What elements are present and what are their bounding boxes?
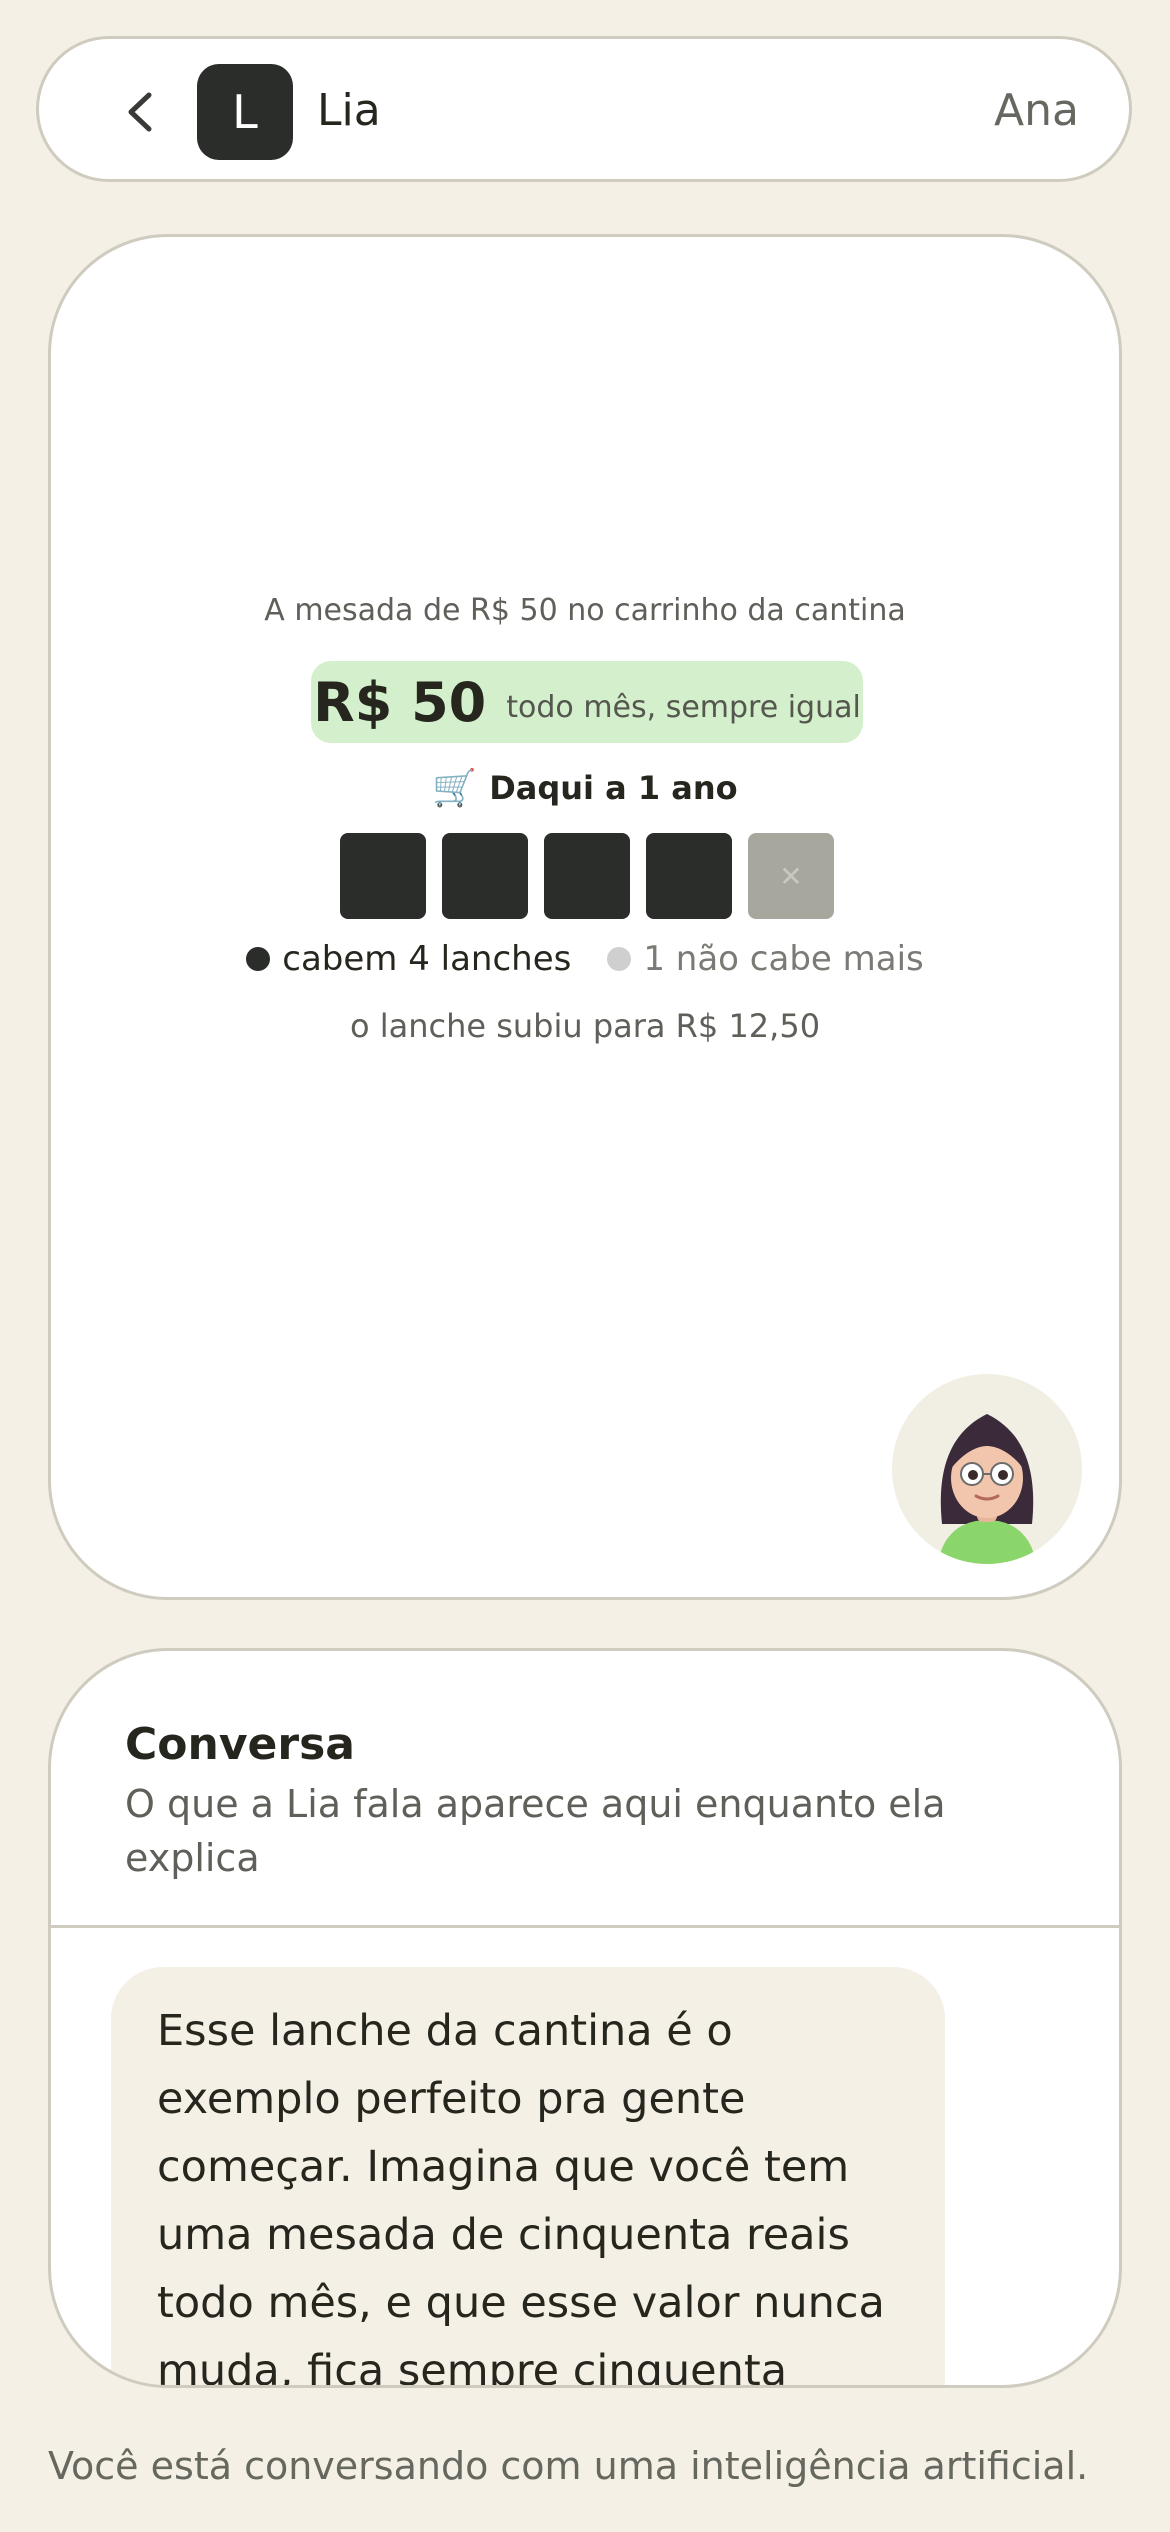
legend-fit-label: cabem 4 lanches	[282, 939, 572, 979]
allowance-pill: R$ 50 todo mês, sempre igual	[311, 661, 863, 743]
snack-box-empty: ✕	[748, 833, 834, 919]
snack-box-filled	[442, 833, 528, 919]
lesson-visual-card: A mesada de R$ 50 no carrinho da cantina…	[48, 234, 1122, 1600]
period-row: 🛒 Daqui a 1 ano	[51, 767, 1119, 809]
shopping-cart-icon: 🛒	[432, 768, 478, 809]
legend-nofit-label: 1 não cabe mais	[643, 939, 924, 979]
chat-header: L Lia Ana	[36, 36, 1132, 182]
girl-avatar-icon	[938, 1414, 1036, 1564]
ai-disclaimer: Você está conversando com uma inteligênc…	[48, 2444, 1089, 2488]
legend-dot-filled	[246, 947, 271, 971]
legend: cabem 4 lanches 1 não cabe mais	[51, 939, 1119, 979]
period-label: Daqui a 1 ano	[489, 769, 738, 807]
visual-title: A mesada de R$ 50 no carrinho da cantina	[264, 593, 906, 628]
snack-box-filled	[646, 833, 732, 919]
legend-dot-empty	[607, 947, 632, 971]
snack-boxes: ✕	[340, 833, 836, 919]
conversation-title: Conversa	[125, 1719, 355, 1770]
conversation-subtitle: O que a Lia fala aparece aqui enquanto e…	[125, 1782, 946, 1880]
snack-box-filled	[544, 833, 630, 919]
divider	[51, 1925, 1119, 1928]
user-name[interactable]: Ana	[994, 83, 1079, 139]
allowance-caption: todo mês, sempre igual	[506, 689, 861, 725]
tutor-message-bubble: Esse lanche da cantina é o exemplo perfe…	[111, 1967, 945, 2385]
legend-nofit: 1 não cabe mais	[607, 939, 924, 979]
back-button[interactable]	[105, 77, 175, 147]
chevron-left-icon	[128, 92, 152, 132]
allowance-amount: R$ 50	[313, 670, 487, 734]
legend-fit: cabem 4 lanches	[246, 939, 571, 979]
snack-box-filled	[340, 833, 426, 919]
tutor-avatar-badge: L	[197, 64, 293, 160]
price-note: o lanche subiu para R$ 12,50	[349, 1007, 821, 1045]
tutor-name: Lia	[317, 85, 381, 136]
conversation-card: Conversa O que a Lia fala aparece aqui e…	[48, 1648, 1122, 2388]
tutor-character-avatar	[892, 1374, 1082, 1564]
